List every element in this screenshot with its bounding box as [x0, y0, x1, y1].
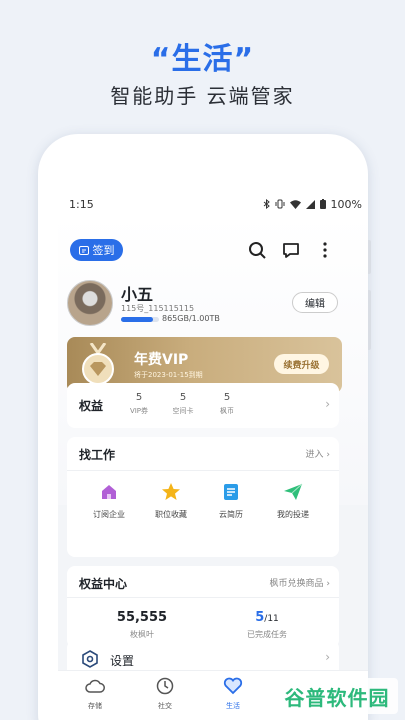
chevron-right-icon: ›: [325, 397, 330, 411]
checkin-label: 签到: [92, 244, 115, 257]
job-section-title: 找工作: [79, 448, 116, 462]
wifi-icon: [289, 199, 301, 209]
job-item-label: 职位收藏: [155, 510, 187, 519]
app-screen: 1:15 100% 签到 小五 115号_115115115 865GB/1.0…: [58, 193, 368, 720]
maple-leaf-count: 55,555: [116, 610, 168, 625]
avatar[interactable]: [67, 280, 113, 326]
job-card: 找工作 进入 › 订阅企业 职位收藏 云简历 我的投递: [67, 437, 339, 557]
watermark: 谷普软件园: [276, 678, 398, 714]
job-item-favorite-position[interactable]: 职位收藏: [141, 481, 201, 520]
promo-title: “生活”: [150, 42, 255, 77]
rights-stat-label: VIP券: [129, 407, 149, 415]
benefit-center-card: 权益中心 枫币兑换商品 › 55,555 枚枫叶 5/11 已完成任务: [67, 566, 339, 648]
vip-medal-icon: [82, 343, 114, 385]
battery-level: 100%: [330, 197, 362, 211]
job-enter-link[interactable]: 进入 ›: [306, 447, 330, 460]
vip-expire-date: 将于2023-01-15到期: [134, 371, 203, 379]
rights-stat-maple-coin[interactable]: 5 枫币: [207, 392, 247, 416]
task-label: 已完成任务: [247, 630, 287, 639]
maple-leaf-label: 枚枫叶: [130, 630, 154, 639]
job-item-label: 云简历: [219, 510, 243, 519]
job-item-label: 我的投递: [277, 510, 309, 519]
rights-stat-value: 5: [223, 392, 231, 403]
rights-stat-value: 5: [135, 392, 143, 403]
task-total-count: /11: [264, 614, 279, 624]
storage-progress-bar: [121, 317, 159, 322]
status-bar: 1:15 100%: [58, 193, 368, 215]
job-item-subscribe-company[interactable]: 订阅企业: [79, 481, 139, 520]
job-item-label: 订阅企业: [93, 510, 125, 519]
edit-profile-button[interactable]: 编辑: [292, 292, 338, 313]
calendar-icon: [78, 246, 89, 255]
benefit-exchange-label: 枫币兑换商品: [269, 579, 324, 589]
status-time: 1:15: [69, 197, 94, 211]
signal-icon: [305, 199, 315, 209]
benefit-section-title: 权益中心: [79, 577, 128, 591]
storage-text: 865GB/1.00TB: [162, 314, 220, 323]
nav-tab-life[interactable]: 生活: [208, 677, 258, 711]
checkin-button[interactable]: 签到: [70, 239, 123, 261]
home-icon: [102, 485, 116, 499]
nav-tab-social[interactable]: 社交: [140, 677, 190, 711]
divider: [67, 597, 339, 598]
job-enter-label: 进入: [305, 450, 324, 460]
job-item-my-delivery[interactable]: 我的投递: [263, 481, 323, 520]
benefit-exchange-link[interactable]: 枫币兑换商品 ›: [270, 576, 330, 589]
user-id: 115号_115115115: [121, 304, 195, 313]
rights-title: 权益: [79, 399, 104, 413]
maple-leaf-stat[interactable]: 55,555 枚枫叶: [87, 610, 197, 640]
star-icon: [162, 483, 180, 500]
chevron-right-icon: ›: [325, 650, 330, 664]
username: 小五: [121, 285, 154, 304]
resume-icon: [224, 484, 238, 500]
rights-stat-label: 枫币: [220, 407, 234, 415]
rights-stat-vip-coupon[interactable]: 5 VIP券: [119, 392, 159, 416]
settings-icon: [82, 650, 98, 668]
nav-tab-label: 存储: [88, 702, 102, 710]
battery-icon: [319, 199, 326, 209]
vip-title: 年费VIP: [134, 352, 189, 368]
message-icon[interactable]: [282, 241, 300, 259]
rights-stat-space-card[interactable]: 5 空间卡: [163, 392, 203, 416]
nav-tab-label: 生活: [226, 702, 240, 710]
send-icon: [284, 483, 303, 500]
nav-tab-storage[interactable]: 存储: [70, 677, 120, 711]
promo-subtitle: 智能助手 云端管家: [110, 84, 295, 108]
nav-tab-label: 社交: [158, 702, 172, 710]
storage-progress-fill: [121, 317, 154, 322]
rights-stat-value: 5: [179, 392, 187, 403]
rights-stat-label: 空间卡: [172, 407, 194, 415]
settings-label: 设置: [110, 654, 135, 668]
search-icon[interactable]: [248, 241, 266, 259]
cloud-icon: [85, 679, 105, 693]
job-item-cloud-resume[interactable]: 云简历: [201, 481, 261, 520]
heart-icon: [223, 677, 243, 695]
vip-renew-button[interactable]: 续费升级: [274, 354, 329, 374]
divider: [67, 470, 339, 471]
vibrate-icon: [275, 199, 285, 209]
rights-card[interactable]: 权益 5 VIP券 5 空间卡 5 枫币 ›: [67, 383, 339, 428]
bluetooth-icon: [263, 199, 270, 209]
task-stat[interactable]: 5/11 已完成任务: [212, 610, 322, 640]
task-done-count: 5: [255, 610, 265, 625]
more-icon[interactable]: [316, 241, 334, 259]
clock-icon: [156, 677, 174, 695]
